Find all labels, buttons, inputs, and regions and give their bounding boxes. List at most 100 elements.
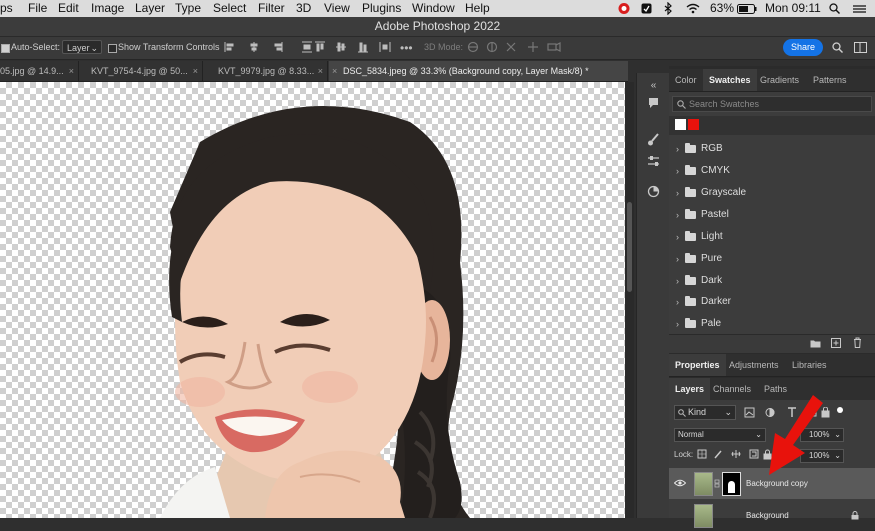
new-swatch-icon[interactable] <box>831 338 841 348</box>
swatch-group-pale[interactable]: › Pale <box>672 314 868 334</box>
folder-icon <box>685 209 696 219</box>
tab-color[interactable]: Color <box>669 69 703 91</box>
filter-kind-label: Kind <box>688 407 707 417</box>
swatch-group-rgb[interactable]: › RGB <box>672 139 868 159</box>
group-label: Pure <box>701 253 723 264</box>
share-button[interactable]: Share <box>783 39 823 56</box>
battery-icon[interactable] <box>737 4 757 14</box>
menu-app[interactable]: ps <box>0 1 13 15</box>
layer-row-background[interactable]: Background <box>669 500 875 531</box>
chevron-right-icon: › <box>676 276 679 286</box>
menu-3d[interactable]: 3D <box>296 1 311 15</box>
portrait-photo <box>160 106 470 518</box>
collapsed-panel-strip: « <box>636 73 670 518</box>
spotlight-search-icon[interactable] <box>829 3 840 14</box>
menu-window[interactable]: Window <box>412 1 455 15</box>
search-icon <box>678 409 686 417</box>
menu-plugins[interactable]: Plugins <box>362 1 401 15</box>
folder-icon <box>685 275 696 285</box>
tab-gradients[interactable]: Gradients <box>754 69 805 91</box>
swatch-group-light[interactable]: › Light <box>672 227 868 247</box>
expand-panels-icon[interactable]: « <box>647 79 660 92</box>
creative-cloud-icon[interactable] <box>617 2 631 15</box>
folder-icon <box>685 165 696 175</box>
swatch-group-pastel[interactable]: › Pastel <box>672 205 868 225</box>
control-center-icon[interactable] <box>853 4 866 14</box>
blend-mode-value: Normal <box>678 430 704 439</box>
more-options-icon[interactable]: ••• <box>400 42 413 54</box>
workspace-icon[interactable] <box>854 42 867 53</box>
search-icon[interactable] <box>832 42 843 53</box>
swatch-group-pure[interactable]: › Pure <box>672 249 868 269</box>
swatch-group-dark[interactable]: › Dark <box>672 271 868 291</box>
app-indicator-icon[interactable] <box>641 3 652 14</box>
visibility-eye-icon[interactable] <box>674 479 686 487</box>
menu-layer[interactable]: Layer <box>135 1 165 15</box>
tab-channels[interactable]: Channels <box>707 378 757 400</box>
canvas-vertical-scrollbar[interactable] <box>625 82 634 518</box>
share-label: Share <box>790 42 816 52</box>
window-title-bar: Adobe Photoshop 2022 <box>0 17 875 37</box>
close-icon[interactable]: × <box>332 61 337 81</box>
clone-source-icon[interactable] <box>647 185 660 198</box>
scrollbar-thumb[interactable] <box>627 202 632 292</box>
menu-image[interactable]: Image <box>91 1 124 15</box>
tab-doc-2[interactable]: KVT_9754-4.jpg @ 50... × <box>79 61 203 81</box>
auto-select-dropdown[interactable]: Layer ⌄ <box>62 40 102 54</box>
blend-mode-dropdown[interactable]: Normal ⌄ <box>674 428 766 442</box>
new-group-folder-icon[interactable] <box>810 339 821 348</box>
tab-doc-active[interactable]: × DSC_5834.jpeg @ 33.3% (Background copy,… <box>329 61 628 81</box>
layer-mask-thumbnail[interactable] <box>722 472 741 496</box>
auto-select-checkbox[interactable] <box>1 44 10 53</box>
layer-filter-dropdown[interactable]: Kind ⌄ <box>674 405 736 420</box>
trash-icon[interactable] <box>853 337 862 348</box>
layer-name[interactable]: Background copy <box>746 479 808 488</box>
menu-select[interactable]: Select <box>213 1 246 15</box>
document-canvas[interactable] <box>0 82 625 518</box>
bluetooth-icon[interactable] <box>664 2 673 15</box>
tool-options-bar: Auto-Select: Layer ⌄ Show Transform Contr… <box>0 37 875 60</box>
swatches-search-input[interactable]: Search Swatches <box>672 96 872 112</box>
tab-swatches[interactable]: Swatches <box>703 69 757 91</box>
recent-swatch-white[interactable] <box>675 119 686 130</box>
chevron-right-icon: › <box>676 188 679 198</box>
menu-file[interactable]: File <box>28 1 47 15</box>
group-label: Dark <box>701 275 723 286</box>
swatches-footer <box>669 334 875 353</box>
tab-doc-1[interactable]: 05.jpg @ 14.9... × <box>0 61 79 81</box>
brush-icon[interactable] <box>647 133 660 146</box>
tab-label: KVT_9979.jpg @ 8.33... <box>218 66 315 76</box>
close-icon[interactable]: × <box>193 61 198 81</box>
menu-view[interactable]: View <box>324 1 350 15</box>
search-icon <box>677 100 686 109</box>
show-transform-checkbox[interactable] <box>108 44 117 53</box>
adjustments-sliders-icon[interactable] <box>647 155 660 168</box>
close-icon[interactable]: × <box>318 61 323 81</box>
tab-properties[interactable]: Properties <box>669 354 726 376</box>
menu-help[interactable]: Help <box>465 1 490 15</box>
layer-name[interactable]: Background <box>746 511 789 520</box>
chevron-down-icon: ⌄ <box>724 407 732 417</box>
history-icon[interactable] <box>647 97 660 109</box>
group-label: Pastel <box>701 209 729 220</box>
menu-type[interactable]: Type <box>175 1 201 15</box>
link-icon[interactable] <box>714 479 720 488</box>
auto-select-label: Auto-Select: <box>11 42 61 52</box>
tab-patterns[interactable]: Patterns <box>807 69 853 91</box>
chevron-right-icon: › <box>676 232 679 242</box>
menu-filter[interactable]: Filter <box>258 1 285 15</box>
swatch-group-cmyk[interactable]: › CMYK <box>672 161 868 181</box>
tab-adjustments[interactable]: Adjustments <box>723 354 785 376</box>
chevron-right-icon: › <box>676 254 679 264</box>
tab-layers[interactable]: Layers <box>669 378 711 400</box>
group-label: Darker <box>701 296 732 307</box>
red-arrow-annotation <box>769 395 823 475</box>
tab-libraries[interactable]: Libraries <box>786 354 833 376</box>
swatch-group-grayscale[interactable]: › Grayscale <box>672 183 868 203</box>
menu-edit[interactable]: Edit <box>58 1 79 15</box>
recent-swatch-red[interactable] <box>688 119 699 130</box>
wifi-icon[interactable] <box>686 3 700 14</box>
tab-doc-3[interactable]: KVT_9979.jpg @ 8.33... × <box>204 61 328 81</box>
close-icon[interactable]: × <box>69 61 74 81</box>
swatch-group-darker[interactable]: › Darker <box>672 292 868 312</box>
